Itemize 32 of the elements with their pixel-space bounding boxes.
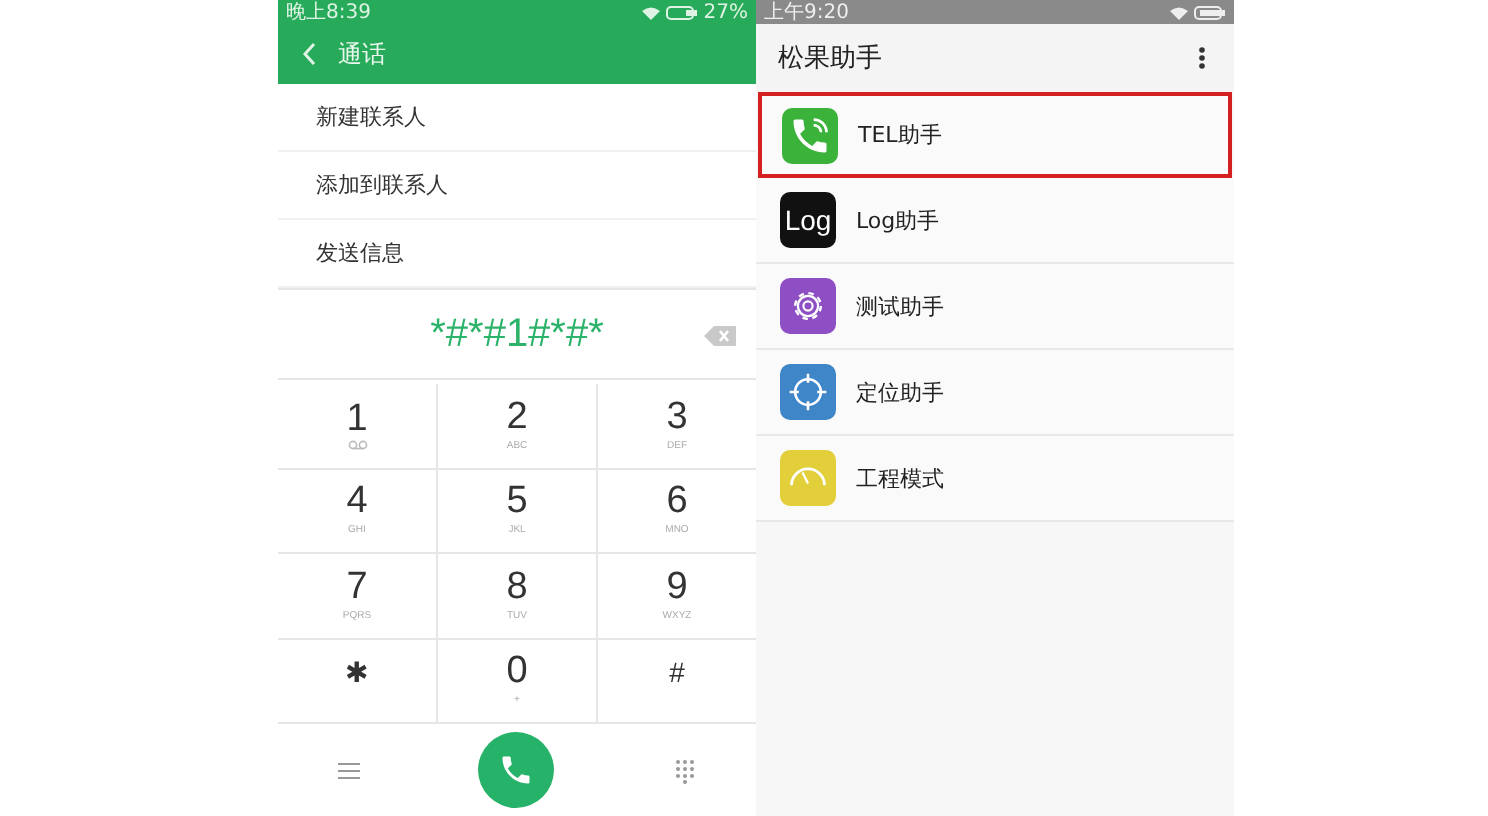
back-icon[interactable] [302,42,318,66]
call-button[interactable] [478,732,555,808]
battery-icon [1194,5,1226,19]
backspace-icon[interactable] [704,326,736,346]
gauge-icon [780,450,836,506]
app-name: 工程模式 [856,463,944,493]
app-name: 测试助手 [856,291,944,321]
log-icon: Log [780,192,836,248]
crosshair-icon [780,364,836,420]
status-time: 上午9:20 [764,0,849,26]
wifi-icon [641,5,660,19]
dialed-number: *#*#1#*#* [430,311,604,357]
menu-item[interactable]: 新建联系人 [316,102,426,132]
more-icon[interactable] [1198,46,1206,70]
battery-icon [665,5,698,19]
app-name: Log助手 [856,205,940,235]
app-name: TEL助手 [858,120,942,150]
keypad-icon[interactable] [674,757,697,783]
voicemail-icon [347,440,367,451]
status-time: 晚上8:39 [286,0,371,26]
app-title: 松果助手 [778,42,882,76]
header-title: 通话 [338,37,386,71]
menu-item[interactable]: 添加到联系人 [316,170,448,200]
app-name: 定位助手 [856,377,944,407]
battery-percent: 27% [703,1,748,23]
menu-item[interactable]: 发送信息 [316,238,404,268]
app-list-item[interactable]: TEL助手 [758,92,1232,178]
phone-icon [498,752,535,788]
menu-icon[interactable] [337,761,360,779]
gear-icon [780,278,836,334]
wifi-icon [1170,5,1188,19]
phone-icon [782,107,838,163]
